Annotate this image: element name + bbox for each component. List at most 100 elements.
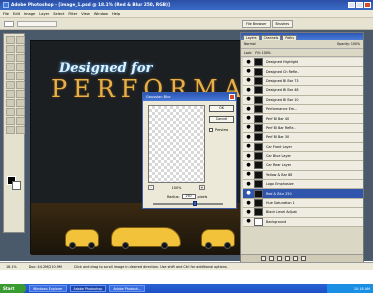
fill-field[interactable]: Fill: 100% [255,51,270,55]
maximize-button[interactable] [356,2,363,8]
eye-visibility-icon[interactable]: ● [245,162,252,169]
pen-tool-icon[interactable] [6,108,15,116]
layer-style-icon[interactable] [261,256,266,261]
notes-tool-icon[interactable] [6,117,15,125]
background-color-swatch[interactable] [12,181,21,190]
eye-visibility-icon[interactable]: ● [245,87,252,94]
clone-stamp-tool-icon[interactable] [6,72,15,80]
eye-visibility-icon[interactable]: ● [245,143,252,150]
menu-image[interactable]: Image [24,12,35,16]
layer-row[interactable]: ● Background [243,217,363,228]
magic-wand-tool-icon[interactable] [16,45,25,53]
layer-row[interactable]: ● Black Level Adjust [243,208,363,218]
menu-help[interactable]: Help [112,12,120,16]
eye-visibility-icon[interactable]: ● [245,209,252,216]
menu-view[interactable]: View [81,12,90,16]
path-selection-tool-icon[interactable] [6,99,15,107]
layer-row[interactable]: ● Hue Saturation 1 [243,198,363,209]
eraser-tool-icon[interactable] [6,81,15,89]
healing-brush-tool-icon[interactable] [6,63,15,71]
eye-visibility-icon[interactable]: ● [245,59,252,66]
eye-visibility-icon[interactable]: ● [245,134,252,141]
layer-row[interactable]: ● Yellow & Bar 88 [243,170,363,181]
menu-filter[interactable]: Filter [68,12,77,16]
layer-row[interactable]: ● Car Rear Layer [243,161,363,171]
file-browser-tab[interactable]: File Browser [242,20,271,28]
eye-visibility-icon[interactable]: ● [245,124,252,131]
eye-visibility-icon[interactable]: ● [245,68,252,75]
menu-edit[interactable]: Edit [13,12,20,16]
hand-tool-icon[interactable] [6,126,15,134]
minimize-button[interactable] [348,2,355,8]
eye-visibility-icon[interactable]: ● [245,115,252,122]
eye-visibility-icon[interactable]: ● [245,218,252,225]
slice-tool-icon[interactable] [16,54,25,62]
layer-row[interactable]: ● Designed Highlight [243,58,363,68]
layer-row[interactable]: ● Car Blue Layer [243,151,363,162]
menu-select[interactable]: Select [53,12,64,16]
zoom-out-button[interactable]: - [148,185,154,190]
zoom-in-button[interactable]: + [198,185,205,190]
checkbox-icon[interactable] [209,128,213,132]
eyedropper-tool-icon[interactable] [16,117,25,125]
type-tool-icon[interactable] [16,99,25,107]
start-button[interactable]: Start [0,284,26,293]
radius-slider-thumb[interactable] [192,201,197,206]
eye-visibility-icon[interactable]: ● [245,190,252,197]
eye-visibility-icon[interactable]: ● [245,106,252,113]
marquee-tool-icon[interactable] [6,36,15,44]
radius-input[interactable]: 250 [181,194,196,199]
history-brush-tool-icon[interactable] [16,72,25,80]
layer-row[interactable]: ● Red & Blur 250 [243,189,363,199]
shape-tool-icon[interactable] [16,108,25,116]
close-button[interactable] [364,2,371,8]
adjustment-layer-icon[interactable] [285,256,290,261]
new-set-icon[interactable] [277,256,282,261]
layer-row[interactable]: ● Designed Ch Refle.. [243,67,363,77]
taskbar-item-photoshop[interactable]: Adobe Photoshop [69,285,107,292]
layer-row[interactable]: ● Logo Emphasize [243,180,363,190]
trash-icon[interactable] [301,256,306,261]
tool-preset-picker[interactable] [4,20,14,27]
lasso-tool-icon[interactable] [6,45,15,53]
zoom-tool-icon[interactable] [16,126,25,134]
radius-slider[interactable] [153,201,223,206]
eye-visibility-icon[interactable]: ● [245,96,252,103]
new-layer-icon[interactable] [293,256,298,261]
blur-preview-area[interactable] [148,105,205,183]
brushes-tab[interactable]: Brushes [271,20,294,28]
menu-file[interactable]: File [3,12,9,16]
layer-row[interactable]: ● Designed Bl Bar 10 [243,95,363,105]
ok-button[interactable]: OK [209,105,234,112]
blur-tool-icon[interactable] [6,90,15,98]
eye-visibility-icon[interactable]: ● [245,153,252,160]
taskbar-item-explorer[interactable]: Windows Explorer [29,285,67,292]
eye-visibility-icon[interactable]: ● [245,77,252,84]
layer-mask-icon[interactable] [269,256,274,261]
layer-row[interactable]: ● Car Front Layer [243,142,363,152]
cancel-button[interactable]: Cancel [209,116,234,123]
eye-visibility-icon[interactable]: ● [245,171,252,178]
dodge-tool-icon[interactable] [16,90,25,98]
layer-row[interactable]: ● Perf Bl Bar 30 [243,133,363,143]
layer-row[interactable]: ● Perf Bl Bar Refle.. [243,123,363,134]
eye-visibility-icon[interactable]: ● [245,200,252,207]
tab-paths[interactable]: Paths [282,35,297,40]
taskbar-item-photoshop-2[interactable]: Adobe Photosh... [109,285,146,292]
layer-row[interactable]: ● Designed Bl Bar 48 [243,86,363,96]
options-field[interactable] [17,20,57,27]
menu-window[interactable]: Window [94,12,108,16]
layer-row[interactable]: ● Perf Bl Bar 40 [243,114,363,124]
gradient-tool-icon[interactable] [16,81,25,89]
brush-tool-icon[interactable] [16,63,25,71]
layer-row[interactable]: ● Performance Em... [243,104,363,115]
eye-visibility-icon[interactable]: ● [245,181,252,188]
menu-layer[interactable]: Layer [39,12,49,16]
blend-mode-select[interactable]: Normal [244,42,256,46]
layer-row[interactable]: ● Designed Bl Bar 73 [243,76,363,87]
tab-channels[interactable]: Channels [260,35,282,40]
move-tool-icon[interactable] [16,36,25,44]
dialog-close-button[interactable] [229,94,235,100]
tab-layers[interactable]: Layers [243,35,260,40]
opacity-field[interactable]: Opacity: 100% [337,42,360,46]
